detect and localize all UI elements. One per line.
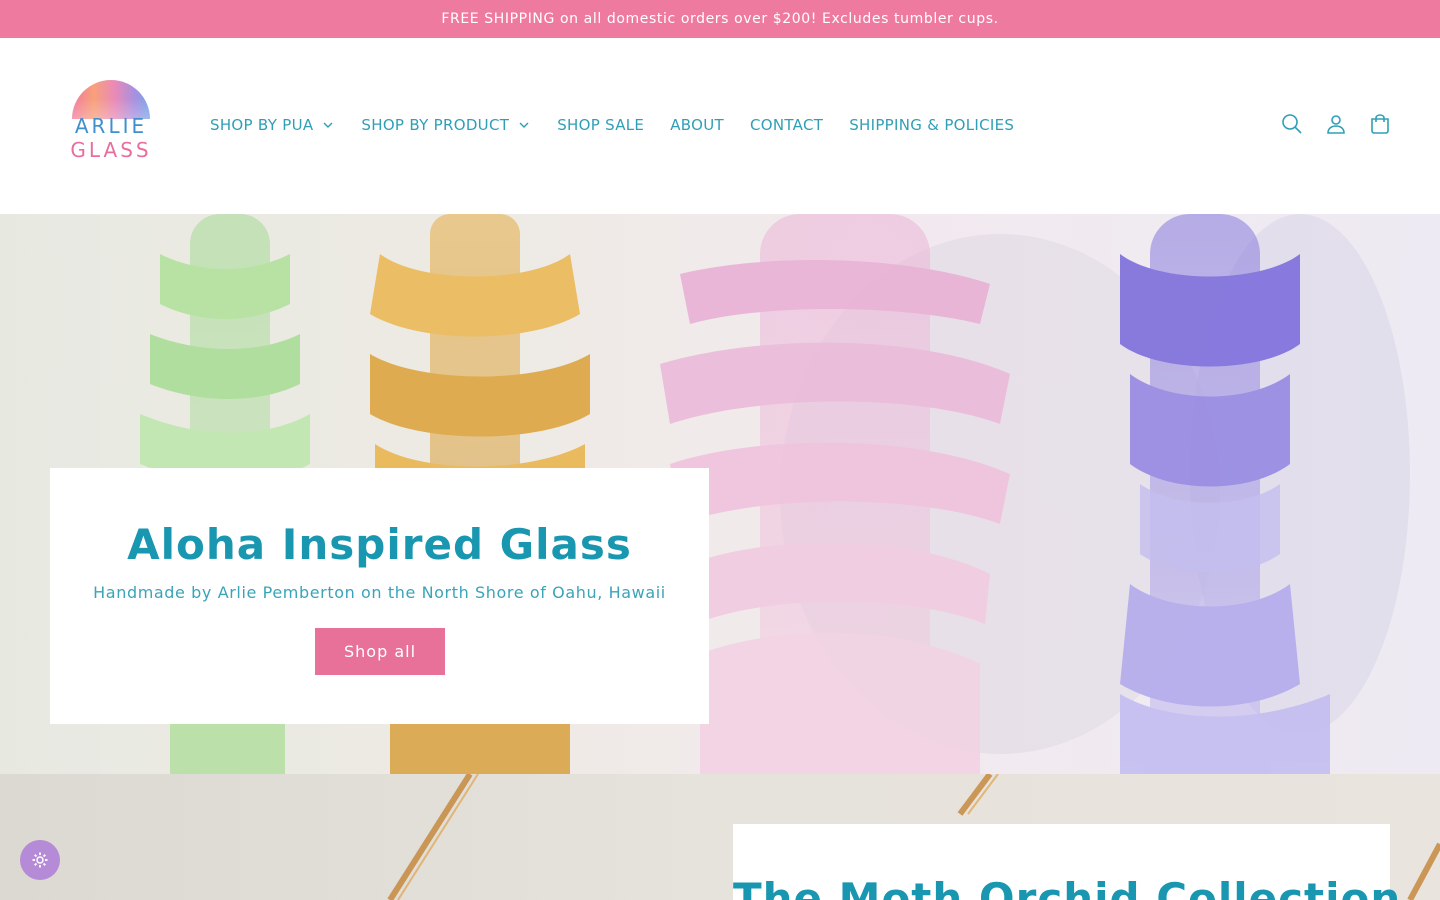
header-icons (1280, 112, 1392, 136)
nav-shop-by-pua[interactable]: SHOP BY PUA (210, 116, 335, 134)
collection-card: The Moth Orchid Collection (733, 824, 1402, 900)
collection-title: The Moth Orchid Collection (733, 874, 1402, 900)
hero-title: Aloha Inspired Glass (127, 520, 632, 569)
hero-card: Aloha Inspired Glass Handmade by Arlie P… (50, 468, 709, 724)
logo-line1: ARLIE (74, 114, 148, 138)
nav-label: SHOP BY PUA (210, 116, 314, 134)
accessibility-button[interactable] (20, 840, 60, 880)
account-icon[interactable] (1324, 112, 1348, 136)
hero-banner: Aloha Inspired Glass Handmade by Arlie P… (0, 214, 1440, 774)
cart-icon[interactable] (1368, 112, 1392, 136)
collection-section: The Moth Orchid Collection (0, 774, 1440, 900)
search-icon[interactable] (1280, 112, 1304, 136)
nav-label: SHOP SALE (557, 116, 645, 134)
chevron-down-icon (519, 122, 529, 128)
gear-icon (32, 852, 48, 868)
nav-label: ABOUT (670, 116, 724, 134)
shop-all-button[interactable]: Shop all (315, 628, 445, 675)
announcement-text: FREE SHIPPING on all domestic orders ove… (441, 11, 999, 27)
nav-shop-sale[interactable]: SHOP SALE (557, 116, 644, 134)
nav-shop-by-product[interactable]: SHOP BY PRODUCT (361, 116, 531, 134)
nav-label: CONTACT (749, 116, 824, 134)
nav-label: SHOP BY PRODUCT (361, 116, 510, 134)
logo-line2: GLASS (70, 138, 152, 162)
nav-contact[interactable]: CONTACT (750, 116, 823, 134)
nav-about[interactable]: ABOUT (670, 116, 724, 134)
chevron-down-icon (323, 122, 333, 128)
site-logo[interactable]: ARLIE GLASS (66, 80, 156, 164)
announcement-bar: FREE SHIPPING on all domestic orders ove… (0, 0, 1440, 38)
hero-subtitle: Handmade by Arlie Pemberton on the North… (93, 583, 666, 602)
nav-shipping-policies[interactable]: SHIPPING & POLICIES (849, 116, 1014, 134)
site-header: ARLIE GLASS SHOP BY PUA SHOP BY PRODUCT … (0, 38, 1440, 214)
nav-label: SHIPPING & POLICIES (849, 116, 1015, 134)
main-nav: SHOP BY PUA SHOP BY PRODUCT SHOP SALE AB… (210, 114, 1014, 136)
